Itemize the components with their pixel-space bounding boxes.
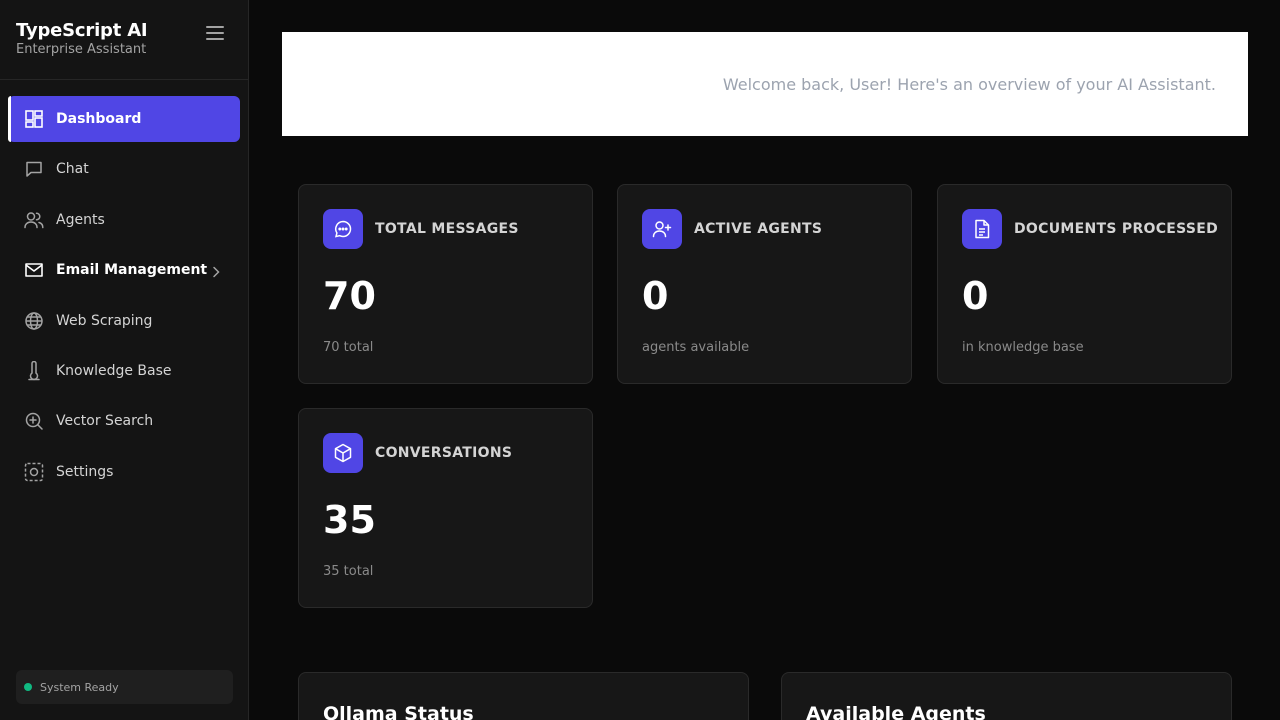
stat-value: 70: [323, 274, 376, 318]
sidebar-item-label: Dashboard: [56, 111, 142, 127]
sidebar-item-settings[interactable]: Settings: [8, 449, 240, 495]
status-text: System Ready: [40, 680, 119, 694]
stat-title: TOTAL MESSAGES: [375, 221, 519, 237]
stat-card-total-messages: TOTAL MESSAGES 70 70 total: [298, 184, 593, 384]
thermometer-icon: [24, 360, 44, 381]
sidebar-item-chat[interactable]: Chat: [8, 146, 240, 192]
sidebar-item-label: Knowledge Base: [56, 362, 172, 379]
document-icon: [962, 209, 1002, 249]
stat-title: DOCUMENTS PROCESSED: [1014, 221, 1219, 237]
welcome-text: Welcome back, User! Here's an overview o…: [722, 74, 1216, 94]
panel-title: Available Agents: [806, 703, 986, 720]
stat-subtext: agents available: [642, 340, 750, 355]
sidebar-item-label: Agents: [56, 211, 105, 228]
stat-title: CONVERSATIONS: [375, 445, 513, 461]
chevron-right-icon[interactable]: [212, 263, 220, 282]
sidebar: TypeScript AI Enterprise Assistant Dashb…: [0, 0, 249, 720]
chat-icon: [24, 159, 44, 179]
main-content: Welcome back, User! Here's an overview o…: [250, 0, 1280, 720]
sidebar-item-vector-search[interactable]: Vector Search: [8, 398, 240, 444]
sidebar-item-dashboard[interactable]: Dashboard: [8, 96, 240, 142]
mail-icon: [24, 260, 44, 280]
sidebar-item-web-scraping[interactable]: Web Scraping: [8, 298, 240, 344]
sidebar-item-label: Email Management: [56, 262, 208, 279]
welcome-banner: Welcome back, User! Here's an overview o…: [282, 32, 1248, 136]
dashboard-icon: [24, 109, 44, 129]
users-icon: [24, 210, 44, 230]
stat-value: 0: [642, 274, 669, 318]
brand-header: TypeScript AI Enterprise Assistant: [0, 0, 248, 80]
sidebar-item-label: Vector Search: [56, 413, 154, 430]
stat-card-conversations: CONVERSATIONS 35 35 total: [298, 408, 593, 608]
status-dot: [24, 683, 32, 691]
hamburger-menu-icon[interactable]: [206, 26, 224, 40]
brand-title: TypeScript AI: [16, 20, 148, 41]
sidebar-item-label: Chat: [56, 161, 89, 178]
sidebar-item-agents[interactable]: Agents: [8, 197, 240, 243]
zoom-in-icon: [24, 411, 44, 431]
stat-subtext: 35 total: [323, 564, 374, 579]
sidebar-item-label: Settings: [56, 463, 114, 480]
brand-subtitle: Enterprise Assistant: [16, 42, 147, 57]
sidebar-item-knowledge-base[interactable]: Knowledge Base: [8, 348, 240, 394]
stat-value: 0: [962, 274, 989, 318]
stat-value: 35: [323, 498, 376, 542]
stat-card-documents-processed: DOCUMENTS PROCESSED 0 in knowledge base: [937, 184, 1232, 384]
system-status: System Ready: [16, 670, 233, 704]
stat-card-active-agents: ACTIVE AGENTS 0 agents available: [617, 184, 912, 384]
stat-subtext: 70 total: [323, 340, 374, 355]
cube-icon: [323, 433, 363, 473]
stat-title: ACTIVE AGENTS: [694, 221, 823, 237]
stat-subtext: in knowledge base: [962, 340, 1084, 355]
panel-title: Ollama Status: [323, 703, 474, 720]
gear-icon: [24, 462, 44, 482]
ollama-status-panel: Ollama Status: [298, 672, 749, 720]
user-plus-icon: [642, 209, 682, 249]
available-agents-panel: Available Agents: [781, 672, 1232, 720]
sidebar-item-email-management[interactable]: Email Management: [8, 247, 240, 293]
sidebar-nav: Dashboard Chat Agents Email Management W…: [8, 96, 240, 499]
sidebar-item-label: Web Scraping: [56, 312, 153, 329]
globe-icon: [24, 311, 44, 331]
message-icon: [323, 209, 363, 249]
